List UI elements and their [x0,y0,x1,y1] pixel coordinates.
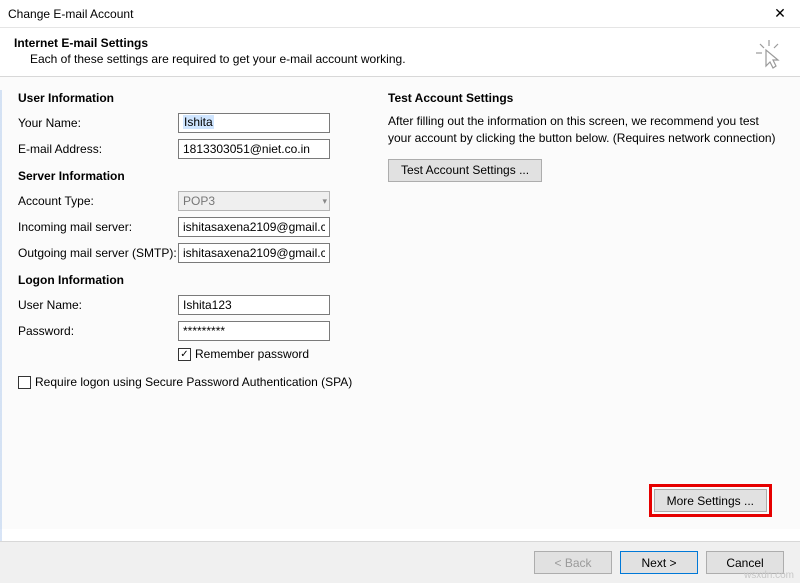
your-name-field[interactable]: Ishita [178,113,330,133]
username-field[interactable] [178,295,330,315]
password-field[interactable] [178,321,330,341]
dialog-footer: < Back Next > Cancel [0,541,800,583]
next-button[interactable]: Next > [620,551,698,574]
account-type-label: Account Type: [18,194,178,208]
outgoing-server-label: Outgoing mail server (SMTP): [18,246,178,260]
dialog-header: Internet E-mail Settings Each of these s… [0,28,800,77]
email-label: E-mail Address: [18,142,178,156]
window-title: Change E-mail Account [8,7,133,21]
header-title: Internet E-mail Settings [14,36,786,50]
titlebar: Change E-mail Account ✕ [0,0,800,28]
account-type-value: POP3 [183,194,215,208]
back-button: < Back [534,551,612,574]
more-settings-highlight: More Settings ... [649,484,772,517]
content-area: User Information Your Name: Ishita E-mai… [0,77,800,529]
spa-label: Require logon using Secure Password Auth… [35,375,352,389]
incoming-server-label: Incoming mail server: [18,220,178,234]
test-heading: Test Account Settings [388,91,782,105]
cursor-click-icon [756,40,782,70]
username-label: User Name: [18,298,178,312]
left-column: User Information Your Name: Ishita E-mai… [18,91,368,529]
incoming-server-field[interactable] [178,217,330,237]
spa-checkbox[interactable] [18,376,31,389]
server-info-heading: Server Information [18,169,368,183]
more-settings-button[interactable]: More Settings ... [654,489,767,512]
chevron-down-icon: ▾ [322,196,327,207]
left-accent-bar [0,90,2,541]
your-name-label: Your Name: [18,116,178,130]
email-field[interactable] [178,139,330,159]
watermark-text: wsxdn.com [744,570,794,581]
your-name-value: Ishita [183,115,214,129]
password-label: Password: [18,324,178,338]
close-icon: ✕ [774,5,786,22]
remember-password-label: Remember password [195,347,309,361]
test-account-button[interactable]: Test Account Settings ... [388,159,542,182]
right-column: Test Account Settings After filling out … [368,91,782,529]
remember-password-checkbox[interactable]: ✓ [178,348,191,361]
close-button[interactable]: ✕ [760,0,800,28]
test-description: After filling out the information on thi… [388,113,782,147]
user-info-heading: User Information [18,91,368,105]
account-type-select: POP3 ▾ [178,191,330,211]
outgoing-server-field[interactable] [178,243,330,263]
logon-info-heading: Logon Information [18,273,368,287]
header-subtitle: Each of these settings are required to g… [30,52,786,66]
